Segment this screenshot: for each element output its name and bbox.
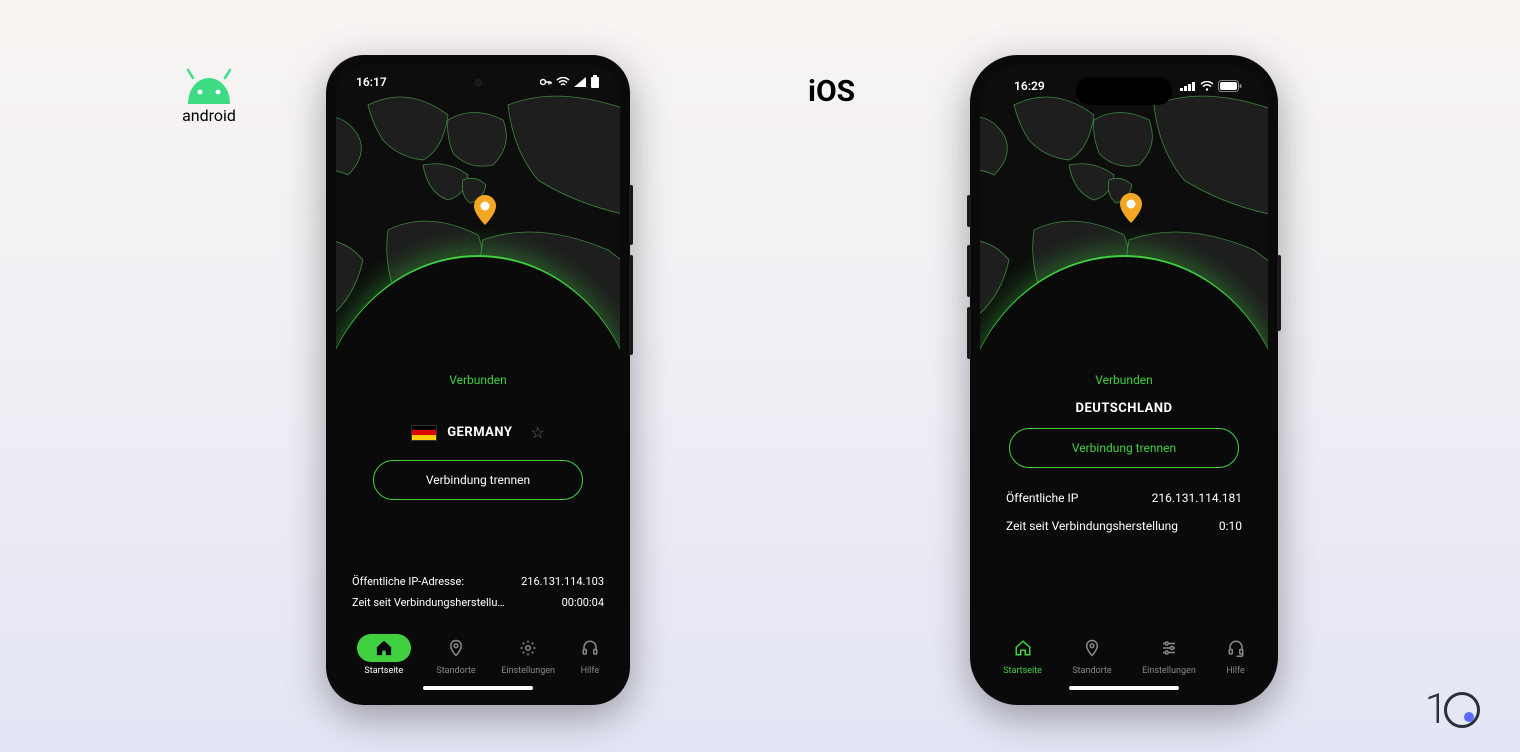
connection-info: Öffentliche IP 216.131.114.181 Zeit seit… [980,484,1268,540]
pin-icon [1083,639,1101,657]
phone-side-button [629,185,633,245]
info-row-time: Zeit seit Verbindungsherstellu… 00:00:04 [352,592,604,613]
nav-label: Startseite [364,666,403,676]
nav-label: Hilfe [581,666,600,676]
status-time: 16:29 [1014,79,1045,93]
signal-icon [1180,81,1196,91]
android-os-label: android [178,68,240,125]
nav-label: Standorte [1072,666,1111,676]
location-pin-icon [474,195,496,225]
status-time: 16:17 [356,75,387,89]
nav-help[interactable]: Hilfe [581,634,600,676]
nav-label: Einstellungen [1142,666,1196,676]
headset-icon [1227,639,1245,657]
time-value: 00:00:04 [562,596,604,609]
nav-label: Einstellungen [501,666,555,676]
home-icon [1014,639,1032,657]
nav-locations[interactable]: Standorte [1072,634,1111,676]
time-value: 0:10 [1219,519,1242,533]
favorite-star-icon[interactable]: ☆ [530,423,544,442]
ip-value: 216.131.114.181 [1152,491,1242,505]
watermark-o-icon [1444,692,1480,728]
android-robot-icon [178,68,240,104]
country-name: GERMANY [447,425,512,440]
ip-value: 216.131.114.103 [521,575,604,588]
map-section[interactable] [980,65,1268,355]
android-label-text: android [182,106,236,125]
main-content: Verbunden DEUTSCHLAND Verbindung trennen… [980,355,1268,625]
germany-flag-icon [411,425,437,441]
info-row-ip: Öffentliche IP-Adresse: 216.131.114.103 [352,571,604,592]
phone-side-button [967,195,971,227]
nav-home[interactable]: Startseite [357,634,411,676]
ip-label: Öffentliche IP-Adresse: [352,575,464,588]
country-name: DEUTSCHLAND [1076,401,1173,416]
signal-icon [574,77,586,87]
status-icons [1180,80,1242,92]
nav-locations[interactable]: Standorte [436,634,475,676]
phone-side-button [1277,255,1281,331]
ip-label: Öffentliche IP [1006,491,1078,505]
connection-info: Öffentliche IP-Adresse: 216.131.114.103 … [336,571,620,625]
dynamic-island [1076,77,1172,105]
info-row-time: Zeit seit Verbindungsherstellung 0:10 [1006,512,1242,540]
time-label: Zeit seit Verbindungsherstellu… [352,596,505,609]
battery-icon [1218,80,1242,92]
sliders-icon [1160,639,1178,657]
phone-side-button [967,307,971,359]
camera-notch [474,79,482,87]
map-section[interactable] [336,65,620,355]
home-icon [375,639,393,657]
disconnect-button[interactable]: Verbindung trennen [1009,428,1239,468]
bottom-nav: Startseite Standorte Einstellungen Hilfe [980,625,1268,695]
pin-icon [447,639,465,657]
bottom-nav: Startseite Standorte Einstellungen Hilfe [336,625,620,695]
ios-os-label: iOS [808,74,855,109]
info-row-ip: Öffentliche IP 216.131.114.181 [1006,484,1242,512]
ios-screen: 16:29 [980,65,1268,695]
gear-icon [519,639,537,657]
home-indicator[interactable] [423,686,533,690]
phone-side-button [967,245,971,297]
status-icons [540,75,600,89]
android-phone-frame: 16:17 [326,55,630,705]
country-row[interactable]: GERMANY ☆ [411,423,545,442]
home-indicator[interactable] [1069,686,1179,690]
connection-status-text: Verbunden [1095,373,1153,387]
nav-home[interactable]: Startseite [1003,634,1042,676]
wifi-icon [1200,81,1214,91]
nav-settings[interactable]: Einstellungen [501,634,555,676]
vpn-key-icon [540,77,552,87]
disconnect-button[interactable]: Verbindung trennen [373,460,583,500]
nav-label: Startseite [1003,666,1042,676]
nav-label: Hilfe [1226,666,1245,676]
ios-phone-frame: 16:29 [970,55,1278,705]
main-content: Verbunden GERMANY ☆ Verbindung trennen Ö… [336,355,620,625]
nav-settings[interactable]: Einstellungen [1142,634,1196,676]
android-screen: 16:17 [336,65,620,695]
connection-status-text: Verbunden [449,373,507,387]
nav-label: Standorte [436,666,475,676]
time-label: Zeit seit Verbindungsherstellung [1006,519,1178,533]
location-pin-icon [1120,193,1142,223]
headset-icon [581,639,599,657]
watermark-logo: 1 [1425,685,1480,734]
phone-side-button [629,255,633,355]
wifi-icon [556,77,570,87]
nav-help[interactable]: Hilfe [1226,634,1245,676]
battery-icon [590,75,600,89]
